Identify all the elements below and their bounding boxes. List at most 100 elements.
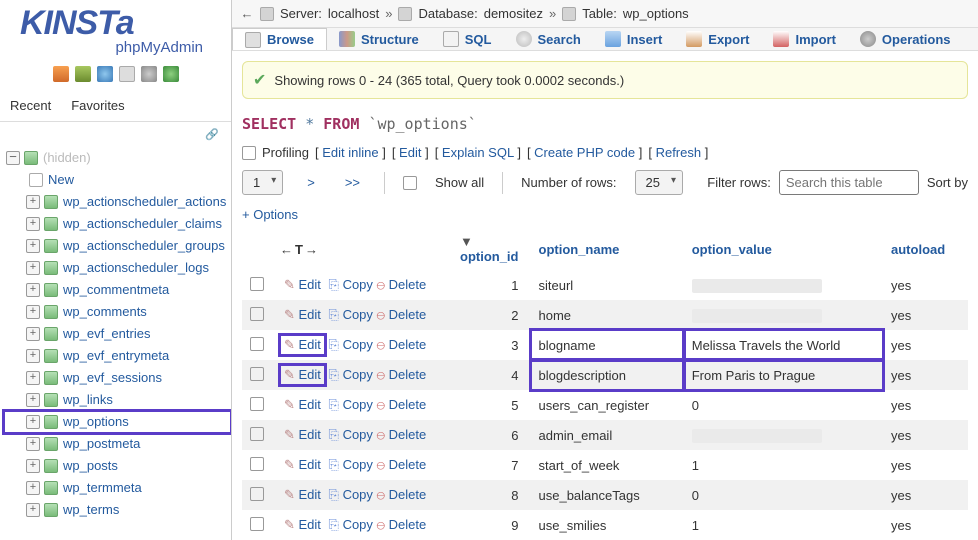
- copy-button[interactable]: Copy: [329, 367, 373, 382]
- copy-button[interactable]: Copy: [329, 517, 373, 532]
- copy-button[interactable]: Copy: [329, 427, 373, 442]
- expand-icon[interactable]: +: [26, 327, 40, 341]
- tab-insert[interactable]: Insert: [593, 28, 674, 50]
- delete-button[interactable]: Delete: [377, 517, 427, 532]
- help-icon[interactable]: [97, 66, 113, 82]
- expand-icon[interactable]: +: [26, 481, 40, 495]
- delete-button[interactable]: Delete: [377, 337, 427, 352]
- next-page[interactable]: >: [301, 171, 321, 194]
- tree-table-wp_actionscheduler_groups[interactable]: +wp_actionscheduler_groups: [4, 235, 231, 257]
- tab-browse[interactable]: Browse: [232, 28, 327, 51]
- delete-button[interactable]: Delete: [377, 457, 427, 472]
- col-option-id[interactable]: option_id: [460, 249, 519, 264]
- tab-sql[interactable]: SQL: [431, 28, 504, 50]
- col-option-value[interactable]: option_value: [684, 228, 883, 270]
- expand-icon[interactable]: +: [26, 283, 40, 297]
- link-icon[interactable]: 🔗: [0, 122, 231, 143]
- edit-button[interactable]: Edit: [280, 395, 325, 415]
- tab-search[interactable]: Search: [504, 28, 593, 50]
- reload-icon[interactable]: [163, 66, 179, 82]
- link-edit[interactable]: Edit: [399, 145, 421, 160]
- delete-button[interactable]: Delete: [377, 277, 427, 292]
- options-link[interactable]: + Options: [242, 207, 298, 222]
- crumb-db-val[interactable]: demositez: [484, 6, 543, 21]
- collapse-icon[interactable]: −: [6, 151, 20, 165]
- tab-export[interactable]: Export: [674, 28, 761, 50]
- tree-table-wp_links[interactable]: +wp_links: [4, 389, 231, 411]
- tab-favorites[interactable]: Favorites: [61, 90, 134, 121]
- row-checkbox[interactable]: [250, 277, 264, 291]
- documentation-icon[interactable]: [119, 66, 135, 82]
- back-icon[interactable]: ←: [240, 6, 254, 21]
- tab-import[interactable]: Import: [761, 28, 847, 50]
- tree-table-wp_actionscheduler_claims[interactable]: +wp_actionscheduler_claims: [4, 213, 231, 235]
- link-create-php[interactable]: Create PHP code: [534, 145, 635, 160]
- tree-table-wp_terms[interactable]: +wp_terms: [4, 499, 231, 521]
- options-toggle[interactable]: + Options: [242, 207, 968, 222]
- col-arrows[interactable]: ←T→: [280, 242, 320, 257]
- delete-button[interactable]: Delete: [377, 397, 427, 412]
- link-refresh[interactable]: Refresh: [656, 145, 702, 160]
- tree-new[interactable]: New: [4, 169, 231, 191]
- last-page[interactable]: >>: [339, 171, 366, 194]
- expand-icon[interactable]: +: [26, 195, 40, 209]
- edit-button[interactable]: Edit: [280, 365, 325, 385]
- expand-icon[interactable]: +: [26, 393, 40, 407]
- show-all-checkbox[interactable]: [403, 176, 417, 190]
- copy-button[interactable]: Copy: [329, 277, 373, 292]
- tree-table-wp_evf_sessions[interactable]: +wp_evf_sessions: [4, 367, 231, 389]
- expand-icon[interactable]: +: [26, 305, 40, 319]
- delete-button[interactable]: Delete: [377, 307, 427, 322]
- expand-icon[interactable]: +: [26, 349, 40, 363]
- edit-button[interactable]: Edit: [280, 485, 325, 505]
- link-explain[interactable]: Explain SQL: [442, 145, 514, 160]
- exit-icon[interactable]: [75, 66, 91, 82]
- row-checkbox[interactable]: [250, 307, 264, 321]
- tree-table-wp_comments[interactable]: +wp_comments: [4, 301, 231, 323]
- tree-table-wp_options[interactable]: +wp_options: [4, 411, 231, 433]
- tree-table-wp_actionscheduler_actions[interactable]: +wp_actionscheduler_actions: [4, 191, 231, 213]
- tree-table-wp_postmeta[interactable]: +wp_postmeta: [4, 433, 231, 455]
- home-icon[interactable]: [53, 66, 69, 82]
- copy-button[interactable]: Copy: [329, 457, 373, 472]
- edit-button[interactable]: Edit: [280, 515, 325, 535]
- delete-button[interactable]: Delete: [377, 367, 427, 382]
- tree-table-wp_evf_entries[interactable]: +wp_evf_entries: [4, 323, 231, 345]
- copy-button[interactable]: Copy: [329, 487, 373, 502]
- row-checkbox[interactable]: [250, 457, 264, 471]
- filter-input[interactable]: [779, 170, 919, 195]
- edit-button[interactable]: Edit: [280, 305, 325, 325]
- tab-structure[interactable]: Structure: [327, 28, 431, 50]
- expand-icon[interactable]: +: [26, 217, 40, 231]
- row-checkbox[interactable]: [250, 367, 264, 381]
- settings-icon[interactable]: [141, 66, 157, 82]
- page-select[interactable]: 1: [242, 170, 283, 195]
- crumb-server-val[interactable]: localhost: [328, 6, 379, 21]
- expand-icon[interactable]: +: [26, 371, 40, 385]
- copy-button[interactable]: Copy: [329, 307, 373, 322]
- col-autoload[interactable]: autoload: [883, 228, 968, 270]
- delete-button[interactable]: Delete: [377, 487, 427, 502]
- tree-table-wp_actionscheduler_logs[interactable]: +wp_actionscheduler_logs: [4, 257, 231, 279]
- copy-button[interactable]: Copy: [329, 337, 373, 352]
- expand-icon[interactable]: +: [26, 415, 40, 429]
- tree-root[interactable]: − (hidden): [4, 147, 231, 169]
- expand-icon[interactable]: +: [26, 437, 40, 451]
- delete-button[interactable]: Delete: [377, 427, 427, 442]
- num-rows-select[interactable]: 25: [635, 170, 683, 195]
- row-checkbox[interactable]: [250, 337, 264, 351]
- expand-icon[interactable]: +: [26, 239, 40, 253]
- edit-button[interactable]: Edit: [280, 455, 325, 475]
- row-checkbox[interactable]: [250, 517, 264, 531]
- expand-icon[interactable]: +: [26, 503, 40, 517]
- copy-button[interactable]: Copy: [329, 397, 373, 412]
- edit-button[interactable]: Edit: [280, 275, 325, 295]
- edit-button[interactable]: Edit: [280, 425, 325, 445]
- edit-button[interactable]: Edit: [280, 335, 325, 355]
- tree-table-wp_termmeta[interactable]: +wp_termmeta: [4, 477, 231, 499]
- col-option-name[interactable]: option_name: [531, 228, 684, 270]
- row-checkbox[interactable]: [250, 427, 264, 441]
- tree-table-wp_evf_entrymeta[interactable]: +wp_evf_entrymeta: [4, 345, 231, 367]
- row-checkbox[interactable]: [250, 397, 264, 411]
- expand-icon[interactable]: +: [26, 459, 40, 473]
